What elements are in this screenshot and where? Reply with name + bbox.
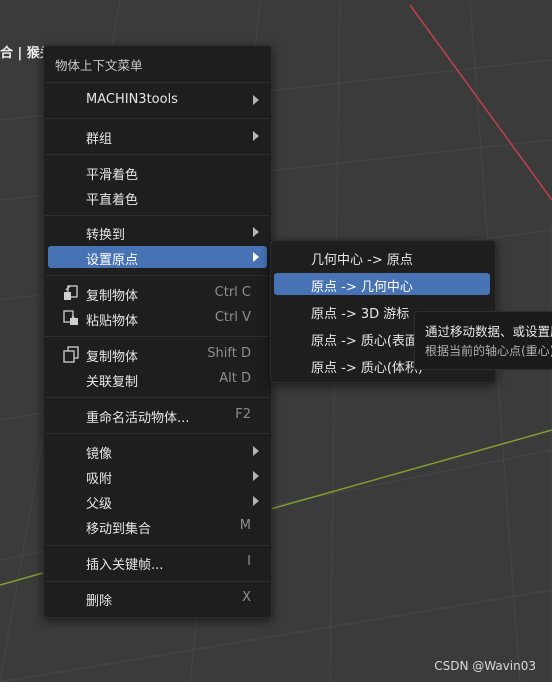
menu-item-label: 粘贴物体 [86,314,139,329]
menu-item-shade-flat[interactable]: 平直着色 [48,186,267,208]
menu-title: 物体上下文菜单 [55,58,143,73]
menu-item-label: 关联复制 [86,375,139,390]
menu-item-label: 平直着色 [86,193,139,208]
shortcut-text: F2 [235,407,251,422]
object-context-menu: 物体上下文菜单 MACHIN3tools 群组 平滑着色 平直着色 转换到 设置… [43,45,272,618]
separator [45,433,270,434]
submenu-item-label: 原点 -> 3D 游标 [311,307,410,322]
menu-item-label: 插入关键帧... [86,558,164,573]
menu-item-shade-smooth[interactable]: 平滑着色 [48,161,267,183]
separator [45,118,270,119]
menu-item-insert-keyframe[interactable]: 插入关键帧... I [48,551,267,573]
submenu-arrow-icon [253,227,259,237]
tooltip-line-1: 通过移动数据、或设置原点 [425,324,552,339]
menu-item-label: 父级 [86,497,113,512]
tooltip-line-2: 根据当前的轴心点(重心) [425,344,552,358]
menu-item-machin3tools[interactable]: MACHIN3tools [48,89,267,111]
submenu-item-label: 原点 -> 质心(表面) [311,334,423,349]
watermark: CSDN @Wavin03 [434,659,536,673]
paste-icon [63,310,78,325]
menu-item-label: 转换到 [86,228,126,243]
menu-item-rename-active[interactable]: 重命名活动物体... F2 [48,404,267,426]
menu-item-label: 设置原点 [86,253,139,268]
submenu-arrow-icon [253,471,259,481]
menu-item-label: 重命名活动物体... [86,411,190,426]
separator [45,397,270,398]
menu-item-copy-objects[interactable]: 复制物体 Ctrl C [48,282,267,304]
submenu-arrow-icon [253,446,259,456]
shortcut-text: Ctrl V [214,310,251,325]
menu-item-label: 复制物体 [86,350,139,365]
submenu-item-label: 原点 -> 质心(体积) [311,361,423,376]
separator [45,215,270,216]
menu-item-label: 群组 [86,132,113,147]
menu-item-label: 复制物体 [86,289,139,304]
menu-item-parent[interactable]: 父级 [48,490,267,512]
shortcut-text: I [247,554,251,569]
submenu-item-origin-to-geometry[interactable]: 原点 -> 几何中心 [274,273,490,295]
submenu-arrow-icon [253,131,259,141]
menu-item-duplicate-objects[interactable]: 复制物体 Shift D [48,343,267,365]
submenu-item-geometry-to-origin[interactable]: 几何中心 -> 原点 [274,246,490,268]
separator [45,154,270,155]
separator [45,581,270,582]
menu-item-snap[interactable]: 吸附 [48,465,267,487]
separator [45,82,270,83]
menu-item-paste-objects[interactable]: 粘贴物体 Ctrl V [48,307,267,329]
menu-item-label: 平滑着色 [86,168,139,183]
menu-item-set-origin[interactable]: 设置原点 [48,246,267,268]
menu-item-mirror[interactable]: 镜像 [48,440,267,462]
copy-icon [64,285,78,300]
separator [45,545,270,546]
menu-item-label: 镜像 [86,447,113,462]
menu-item-label: 删除 [86,594,113,609]
shortcut-text: Alt D [219,371,251,386]
submenu-arrow-icon [253,496,259,506]
shortcut-text: M [239,518,251,533]
shortcut-text: Shift D [207,346,251,361]
submenu-arrow-icon [253,252,259,262]
separator [45,275,270,276]
menu-item-group[interactable]: 群组 [48,125,267,147]
shortcut-text: Ctrl C [214,285,251,300]
submenu-arrow-icon [253,95,259,105]
submenu-item-label: 原点 -> 几何中心 [311,280,413,295]
menu-item-duplicate-linked[interactable]: 关联复制 Alt D [48,368,267,390]
menu-item-label: MACHIN3tools [86,92,178,107]
menu-item-label: 吸附 [86,472,113,487]
menu-item-delete[interactable]: 删除 X [48,587,267,609]
duplicate-icon [63,346,79,363]
menu-item-convert-to[interactable]: 转换到 [48,221,267,243]
shortcut-text: X [242,590,251,605]
menu-item-move-to-collection[interactable]: 移动到集合 M [48,515,267,537]
separator [45,336,270,337]
submenu-item-label: 几何中心 -> 原点 [311,253,413,268]
menu-item-label: 移动到集合 [86,522,152,537]
tooltip: 通过移动数据、或设置原点 根据当前的轴心点(重心) [414,311,552,370]
